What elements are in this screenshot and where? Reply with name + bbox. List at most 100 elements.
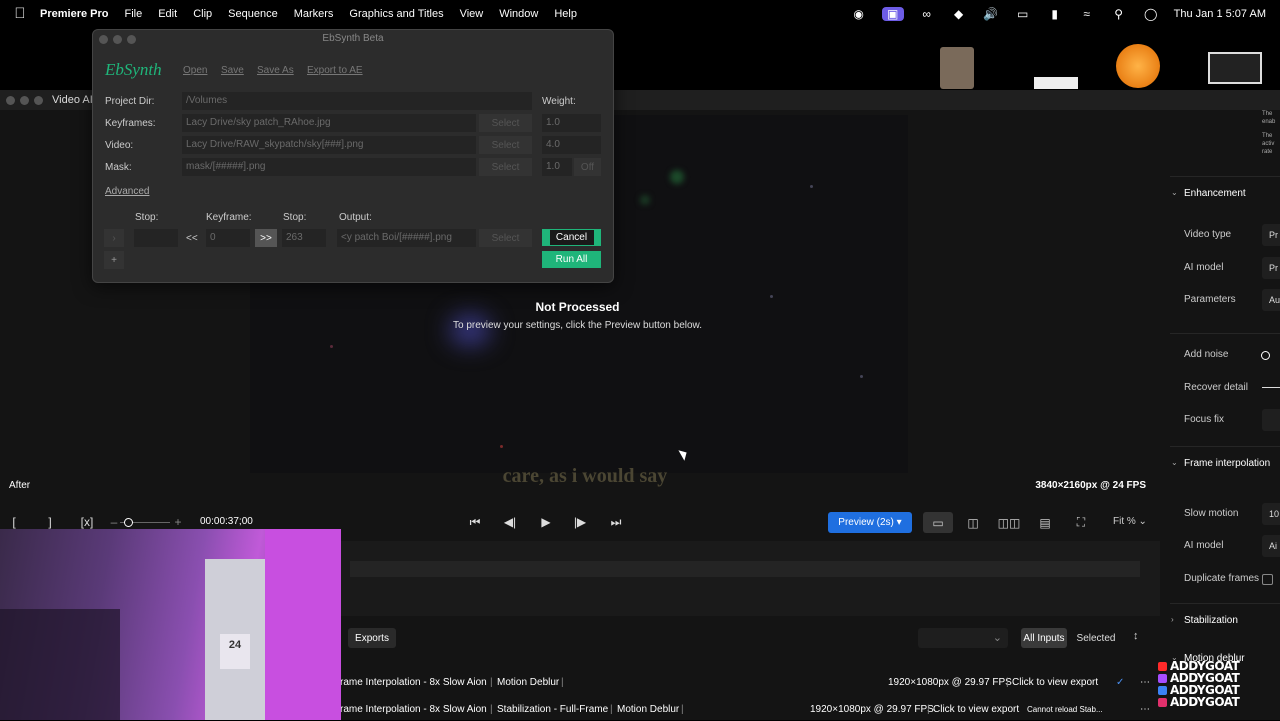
timeline-track[interactable]	[350, 561, 1140, 577]
video-select-button[interactable]: Select	[479, 136, 532, 154]
vpn-icon[interactable]: ◆	[950, 7, 968, 21]
more-icon[interactable]: ⋯	[1140, 677, 1150, 688]
advanced-link[interactable]: Advanced	[105, 186, 149, 197]
screen-record-icon[interactable]: ▣	[881, 6, 904, 21]
all-inputs-tab[interactable]: All Inputs	[1021, 628, 1067, 648]
exports-bar: Exports ⌄ All Inputs Selected ↕	[340, 625, 1160, 651]
export-row[interactable]: rame Interpolation - 8x Slow Aion | Moti…	[340, 672, 1160, 694]
video-field[interactable]: Lacy Drive/RAW_skypatch/sky[###].png	[182, 136, 476, 154]
video-weight-field[interactable]: 4.0	[542, 136, 601, 154]
keyframes-select-button[interactable]: Select	[479, 114, 532, 132]
section-frame-interpolation[interactable]: Frame interpolation	[1184, 458, 1270, 469]
fullscreen-icon[interactable]: ⛶	[1066, 512, 1096, 533]
menu-help[interactable]: Help	[554, 8, 577, 20]
fl-studio-icon[interactable]	[1116, 44, 1160, 88]
view-export-link[interactable]: Click to view export	[933, 704, 1019, 715]
video-type-select[interactable]: Pr	[1262, 224, 1280, 246]
exports-tab[interactable]: Exports	[348, 628, 396, 648]
creative-cloud-icon[interactable]: ∞	[918, 7, 936, 21]
keyframe-field[interactable]: 0	[206, 229, 250, 247]
menu-app-name[interactable]: Premiere Pro	[40, 8, 108, 20]
remove-row-button[interactable]: ›	[104, 229, 124, 247]
battery-icon[interactable]: ▮	[1046, 7, 1064, 21]
volume-icon[interactable]: 🔊	[982, 7, 1000, 21]
desktop-photo-icon[interactable]	[940, 47, 974, 89]
export-ae-link[interactable]: Export to AE	[307, 65, 363, 76]
ai-model-2-select[interactable]: Ai	[1262, 535, 1280, 557]
skip-start-icon[interactable]: ⏮	[465, 508, 485, 536]
slow-motion-select[interactable]: 10	[1262, 503, 1280, 525]
next-keyframe-button[interactable]: >>	[255, 229, 277, 247]
output-select-button[interactable]: Select	[479, 229, 532, 247]
output-field[interactable]: <y patch Boi/[#####].png	[337, 229, 476, 247]
menu-view[interactable]: View	[460, 8, 484, 20]
filter-select[interactable]: ⌄	[918, 628, 1008, 648]
status-app-icon[interactable]: ◉	[850, 7, 868, 21]
stop-field[interactable]	[134, 229, 178, 247]
recover-detail-slider[interactable]	[1262, 387, 1280, 388]
mask-field[interactable]: mask/[#####].png	[182, 158, 476, 176]
parameters-select[interactable]: Au	[1262, 289, 1280, 311]
export-row[interactable]: rame Interpolation - 8x Slow Aion | Stab…	[340, 699, 1160, 721]
ai-model-select[interactable]: Pr	[1262, 257, 1280, 279]
menu-graphics[interactable]: Graphics and Titles	[349, 8, 443, 20]
maximize-icon[interactable]	[34, 96, 43, 105]
compare-view-icon[interactable]: ▤	[1030, 512, 1060, 533]
keyframes-weight-field[interactable]: 1.0	[542, 114, 601, 132]
view-export-link[interactable]: Click to view export	[1012, 677, 1098, 688]
stop2-field[interactable]: 263	[282, 229, 326, 247]
menu-window[interactable]: Window	[499, 8, 538, 20]
skip-end-icon[interactable]: ⏭	[606, 508, 626, 536]
cancel-button[interactable]: Cancel	[542, 229, 601, 246]
fit-zoom-select[interactable]: Fit % ⌄	[1113, 516, 1147, 527]
save-as-link[interactable]: Save As	[257, 65, 294, 76]
minimize-icon[interactable]	[20, 96, 29, 105]
menu-clock[interactable]: Thu Jan 1 5:07 AM	[1174, 8, 1266, 20]
step-back-icon[interactable]: ◀|	[500, 508, 520, 536]
desktop-file-icon[interactable]	[1034, 77, 1078, 89]
duplicate-frames-checkbox[interactable]	[1262, 574, 1273, 585]
display-icon[interactable]: ▭	[1014, 7, 1032, 21]
side-by-side-icon[interactable]: ◫◫	[994, 512, 1024, 533]
search-icon[interactable]: ⚲	[1110, 7, 1128, 21]
menu-file[interactable]: File	[124, 8, 142, 20]
run-all-button[interactable]: Run All	[542, 251, 601, 268]
keyframes-field[interactable]: Lacy Drive/sky patch_RAhoe.jpg	[182, 114, 476, 132]
close-icon[interactable]	[6, 96, 15, 105]
timeline[interactable]	[340, 541, 1160, 616]
mask-off-toggle[interactable]: Off	[574, 158, 601, 176]
add-row-button[interactable]: +	[104, 251, 124, 269]
preview-button[interactable]: Preview (2s) ▾	[828, 512, 912, 533]
control-center-icon[interactable]: ◯	[1142, 7, 1160, 21]
open-link[interactable]: Open	[183, 65, 207, 76]
section-enhancement[interactable]: Enhancement	[1184, 188, 1246, 199]
mask-select-button[interactable]: Select	[479, 158, 532, 176]
prev-keyframe-button[interactable]: <<	[186, 233, 198, 244]
mask-weight-field[interactable]: 1.0	[542, 158, 572, 176]
minimize-icon[interactable]	[113, 35, 122, 44]
single-view-icon[interactable]: ▭	[923, 512, 953, 533]
split-view-icon[interactable]: ◫	[958, 512, 988, 533]
menu-sequence[interactable]: Sequence	[228, 8, 278, 20]
step-forward-icon[interactable]: |▶	[570, 508, 590, 536]
add-noise-slider[interactable]	[1261, 351, 1270, 360]
apple-icon[interactable]: 	[0, 5, 40, 22]
chevron-down-icon[interactable]: ⌄	[1171, 458, 1178, 467]
wifi-icon[interactable]: ≈	[1078, 7, 1096, 21]
more-icon[interactable]: ⋯	[1140, 704, 1150, 715]
sort-icon[interactable]: ↕	[1133, 630, 1139, 642]
close-icon[interactable]	[99, 35, 108, 44]
play-icon[interactable]: ▶	[536, 508, 556, 536]
focus-fix-select[interactable]	[1262, 409, 1280, 431]
menu-markers[interactable]: Markers	[294, 8, 334, 20]
project-dir-field[interactable]: /Volumes	[182, 92, 532, 110]
section-stabilization[interactable]: Stabilization	[1184, 615, 1238, 626]
selected-tab[interactable]: Selected	[1073, 628, 1119, 648]
menu-clip[interactable]: Clip	[193, 8, 212, 20]
menu-edit[interactable]: Edit	[158, 8, 177, 20]
chevron-right-icon[interactable]: ›	[1171, 615, 1174, 624]
save-link[interactable]: Save	[221, 65, 244, 76]
desktop-screen-icon[interactable]	[1208, 52, 1262, 84]
maximize-icon[interactable]	[127, 35, 136, 44]
chevron-down-icon[interactable]: ⌄	[1171, 188, 1178, 197]
